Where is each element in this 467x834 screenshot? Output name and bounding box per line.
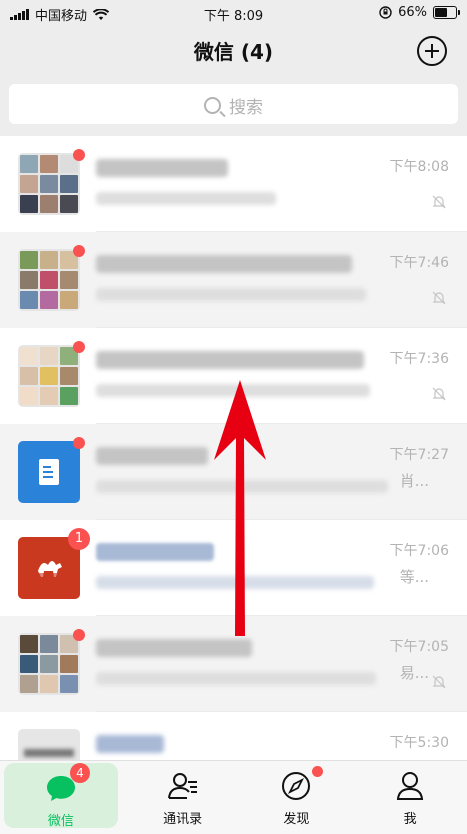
unread-dot [73, 437, 85, 449]
chat-name-blurred [96, 255, 352, 273]
compass-icon [282, 772, 311, 800]
chat-item[interactable]: 下午5:30 [0, 712, 467, 760]
chat-item[interactable]: 下午7:27 肖... [0, 424, 467, 520]
chat-preview-blurred [96, 576, 374, 589]
battery-icon [433, 6, 460, 19]
unread-dot [73, 245, 85, 257]
chat-name-blurred [96, 639, 252, 657]
status-bar: 中国移动 下午 8:09 66% [0, 0, 467, 26]
chat-time: 下午7:36 [389, 351, 449, 367]
chat-time: 下午7:27 [389, 447, 449, 463]
mute-bell-icon [432, 291, 446, 305]
unread-dot [73, 149, 85, 161]
chat-name-blurred [96, 543, 214, 561]
mute-bell-icon [432, 675, 446, 689]
chat-item[interactable]: 1 下午7:06 等... [0, 520, 467, 616]
chat-preview-blurred [96, 192, 276, 205]
chat-item[interactable]: 下午8:08 [0, 136, 467, 232]
chat-time: 下午7:06 [389, 543, 449, 559]
page-title: 微信 (4) [193, 40, 274, 64]
chat-time: 下午7:46 [389, 255, 449, 271]
tab-bar: 4 微信 通讯录 发现 我 [0, 760, 467, 834]
orientation-lock-icon [379, 6, 392, 19]
chat-preview-blurred [96, 480, 388, 493]
chat-preview-blurred [96, 384, 370, 397]
chat-list: 下午8:08 下午7:46 下午7:36 下午7:27 肖... 1 下午7:0… [0, 136, 467, 760]
tab-label: 我 [403, 812, 417, 827]
tab-unread-badge: 4 [70, 763, 90, 783]
tab-me[interactable]: 我 [353, 761, 467, 834]
add-icon[interactable] [417, 36, 447, 66]
tab-label: 微信 [47, 814, 74, 829]
chat-preview-tail: 肖... [399, 472, 429, 490]
contacts-icon [167, 773, 197, 799]
search-bar[interactable]: 搜索 [9, 84, 458, 124]
battery-percent: 66% [398, 5, 427, 20]
unread-count-badge: 1 [68, 528, 90, 550]
document-avatar [18, 441, 80, 503]
chat-time: 下午8:08 [389, 159, 449, 175]
tab-label: 发现 [283, 812, 310, 827]
group-avatar [18, 153, 80, 215]
unread-dot [73, 629, 85, 641]
person-icon [397, 772, 424, 800]
chat-time: 下午7:05 [389, 639, 449, 655]
chat-preview-blurred [96, 288, 366, 301]
group-avatar [18, 633, 80, 695]
chat-name-blurred [96, 351, 364, 369]
chat-preview-tail: 易... [399, 664, 429, 682]
chat-name-blurred [96, 159, 228, 177]
tab-chats[interactable]: 4 微信 [4, 763, 118, 829]
tab-label: 通讯录 [163, 812, 203, 827]
chat-name-blurred [96, 735, 164, 753]
search-placeholder: 搜索 [229, 98, 263, 118]
chat-item[interactable]: 下午7:36 [0, 328, 467, 424]
tab-contacts[interactable]: 通讯录 [126, 761, 240, 834]
tab-unread-dot [311, 766, 323, 777]
unread-dot [73, 341, 85, 353]
mute-bell-icon [432, 387, 446, 401]
chat-item[interactable]: 下午7:05 易... [0, 616, 467, 712]
avatar-blurred [18, 729, 80, 760]
tab-discover[interactable]: 发现 [240, 761, 354, 834]
chat-preview-blurred [96, 672, 376, 685]
nav-bar: 微信 (4) [0, 26, 467, 76]
chat-preview-tail: 等... [399, 568, 429, 586]
chat-time: 下午5:30 [389, 735, 449, 751]
search-icon [204, 97, 221, 114]
document-icon [39, 459, 59, 485]
mute-bell-icon [432, 195, 446, 209]
group-avatar [18, 249, 80, 311]
chat-item[interactable]: 下午7:46 [0, 232, 467, 328]
chat-name-blurred [96, 447, 208, 465]
group-avatar [18, 345, 80, 407]
